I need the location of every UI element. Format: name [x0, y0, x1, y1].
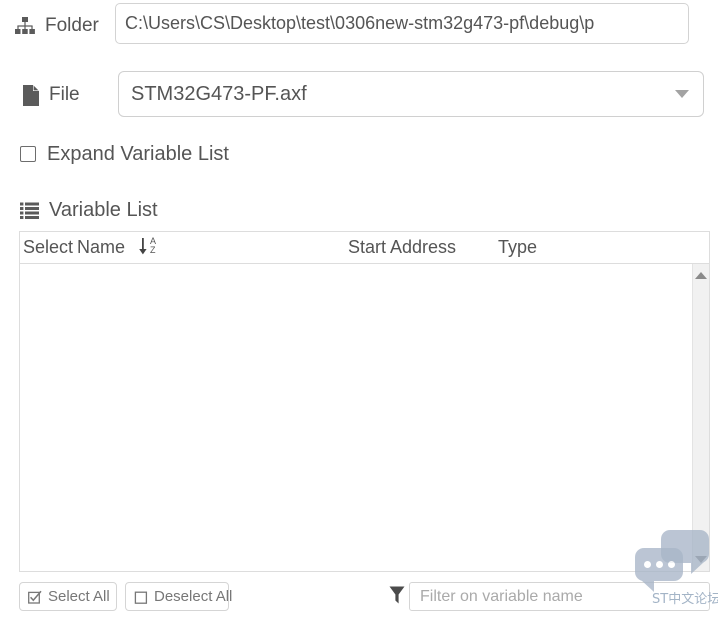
caret-up-icon[interactable]: [695, 272, 707, 279]
variable-list-table-header: Select Name A Z Start Address Type: [20, 232, 709, 264]
file-icon: [22, 84, 40, 107]
sort-glyph-bottom: Z: [150, 245, 156, 255]
expand-variable-list-row[interactable]: Expand Variable List: [20, 140, 229, 168]
folder-label: Folder: [45, 15, 99, 36]
file-label-group: File: [22, 84, 80, 107]
deselect-all-button[interactable]: Deselect All: [125, 582, 233, 611]
deselect-all-label: Deselect All: [154, 588, 233, 605]
chat-dot: [655, 561, 663, 568]
variable-list-table-body: [20, 264, 709, 571]
column-header-name[interactable]: Name: [77, 237, 125, 258]
column-header-type[interactable]: Type: [498, 237, 537, 258]
variable-list-scrollbar[interactable]: [692, 264, 709, 571]
file-select-value: STM32G473-PF.axf: [131, 82, 307, 105]
checkbox-checked-icon: [28, 590, 42, 604]
expand-variable-list-label: Expand Variable List: [47, 142, 229, 165]
select-all-label: Select All: [48, 588, 110, 605]
column-header-start-address[interactable]: Start Address: [348, 237, 456, 258]
variable-list-heading-label: Variable List: [49, 198, 158, 221]
file-row: File: [22, 72, 80, 118]
sort-alpha-down-icon[interactable]: A Z: [138, 235, 156, 257]
column-header-select[interactable]: Select: [23, 237, 73, 258]
chat-dot: [667, 561, 675, 568]
chevron-down-icon: [675, 90, 689, 98]
file-select-dropdown[interactable]: STM32G473-PF.axf: [118, 71, 704, 117]
list-icon: [20, 202, 39, 219]
variable-list-table: Select Name A Z Start Address Type: [19, 231, 710, 572]
chat-dot: [643, 561, 651, 568]
chat-bubble-front: [635, 548, 683, 592]
folder-label-group: Folder: [14, 15, 99, 37]
watermark-text: ST中文论坛: [652, 592, 718, 607]
checkbox-empty-icon: [134, 590, 148, 604]
folder-path-input[interactable]: C:\Users\CS\Desktop\test\0306new-stm32g4…: [115, 3, 689, 44]
expand-variable-list-checkbox[interactable]: [20, 146, 36, 162]
select-all-button[interactable]: Select All: [19, 582, 117, 611]
sitemap-icon: [14, 16, 36, 36]
chat-bubbles-icon[interactable]: [635, 530, 718, 592]
variable-list-toolbar: Select All Deselect All Filter on variab…: [19, 582, 710, 612]
funnel-icon: [389, 585, 405, 605]
variable-list-heading: Variable List: [20, 196, 158, 224]
file-label: File: [49, 84, 80, 105]
sort-order-glyph: A Z: [150, 237, 156, 255]
